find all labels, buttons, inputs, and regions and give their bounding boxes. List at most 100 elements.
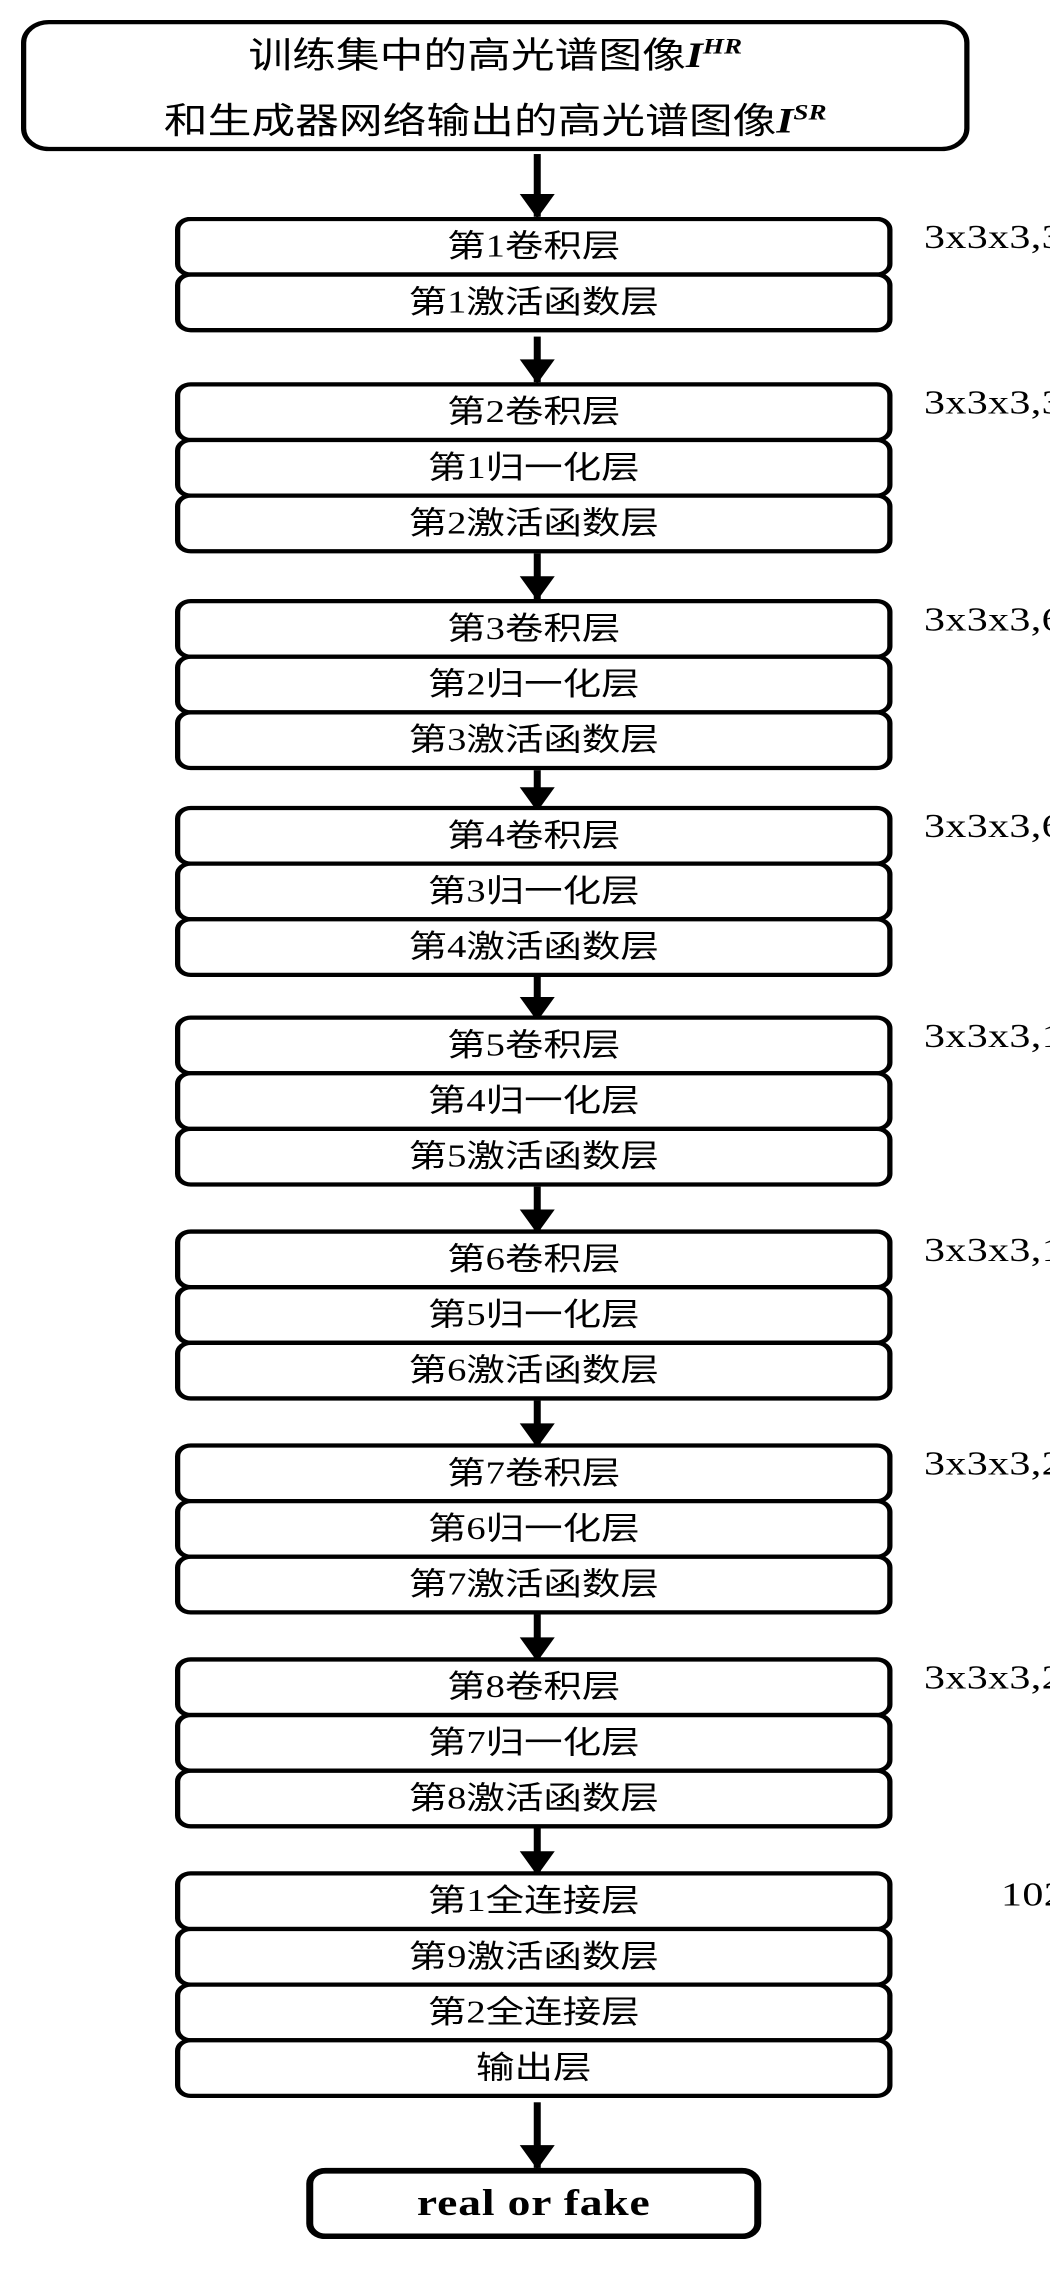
stage-8: 第8卷积层 第7归一化层 第8激活函数层 3x3x3,256,s2 <box>0 1657 1050 1829</box>
arrow-stage-6-to-7 <box>533 1400 541 1447</box>
arrow-fc-to-output <box>533 2102 541 2168</box>
layer-label: 第2全连接层 <box>427 1993 640 2030</box>
fc-stage: 第1全连接层 第9激活函数层 第2全连接层 输出层 1024 1 <box>0 1871 1050 2102</box>
stage-1: 第1卷积层 第1激活函数层 3x3x3,32,s1 <box>0 216 1050 337</box>
layer-label: 第3激活函数层 <box>408 721 659 758</box>
layer-label: 第8激活函数层 <box>408 1779 659 1816</box>
input-line1-superscript: HR <box>702 35 743 60</box>
stage-3-note: 3x3x3,64,s1 <box>924 601 1050 639</box>
stage-6-note: 3x3x3,128,s2 <box>924 1232 1050 1270</box>
input-line2-symbol: ISR <box>776 101 827 142</box>
stage-4-note: 3x3x3,64,s2 <box>924 808 1050 846</box>
layer-label: 第9激活函数层 <box>408 1938 659 1974</box>
layer-label: 第4激活函数层 <box>408 928 659 965</box>
input-line1-text: 训练集中的高光谱图像 <box>248 37 686 76</box>
stage-5: 第5卷积层 第4归一化层 第5激活函数层 3x3x3,128,s1 <box>0 1015 1050 1187</box>
layer-box[interactable]: 第2归一化层 <box>175 654 893 715</box>
stage-4: 第4卷积层 第3归一化层 第4激活函数层 3x3x3,64,s2 <box>0 805 1050 977</box>
layer-box[interactable]: 第2全连接层 <box>175 1982 893 2043</box>
stage-2-boxes: 第2卷积层 第1归一化层 第2激活函数层 <box>175 382 893 554</box>
layer-label: 第3卷积层 <box>447 610 621 647</box>
arrow-stage-7-to-8 <box>533 1614 541 1661</box>
layer-label: 第5激活函数层 <box>408 1138 659 1174</box>
layer-label: 第6卷积层 <box>447 1240 621 1277</box>
stage-3: 第3卷积层 第2归一化层 第3激活函数层 3x3x3,64,s1 <box>0 599 1050 771</box>
layer-label: 第6激活函数层 <box>408 1352 659 1388</box>
layer-label: 第1卷积层 <box>447 228 621 264</box>
layer-box[interactable]: 第2激活函数层 <box>175 493 893 554</box>
layer-box[interactable]: 第9激活函数层 <box>175 1926 893 1987</box>
arrow-stage-3-to-4 <box>533 770 541 811</box>
layer-label: 第5归一化层 <box>427 1296 640 1333</box>
stage-7-note: 3x3x3,256,s1 <box>924 1446 1050 1484</box>
layer-box[interactable]: 第1全连接层 <box>175 1871 893 1932</box>
layer-box[interactable]: 第1激活函数层 <box>175 272 893 333</box>
stage-7-boxes: 第7卷积层 第6归一化层 第7激活函数层 <box>175 1443 893 1615</box>
arrow-stage-4-to-5 <box>533 976 541 1020</box>
layer-box[interactable]: 第6激活函数层 <box>175 1340 893 1401</box>
stage-8-boxes: 第8卷积层 第7归一化层 第8激活函数层 <box>175 1657 893 1829</box>
layer-label: 第1归一化层 <box>427 449 640 485</box>
layer-label: 第4卷积层 <box>447 817 621 853</box>
stage-6: 第6卷积层 第5归一化层 第6激活函数层 3x3x3,128,s2 <box>0 1229 1050 1401</box>
input-line1-symbol: IHR <box>685 35 743 76</box>
layer-box[interactable]: 第7归一化层 <box>175 1712 893 1773</box>
layer-label: 第2归一化层 <box>427 666 640 702</box>
layer-box[interactable]: 第6归一化层 <box>175 1498 893 1559</box>
stage-1-boxes: 第1卷积层 第1激活函数层 <box>175 216 893 333</box>
layer-box[interactable]: 第6卷积层 <box>175 1229 893 1290</box>
fc-stage-note-units: 1024 <box>1001 1876 1050 1915</box>
stage-3-boxes: 第3卷积层 第2归一化层 第3激活函数层 <box>175 599 893 771</box>
stage-5-note: 3x3x3,128,s1 <box>924 1018 1050 1056</box>
input-line2-superscript: SR <box>793 101 827 126</box>
layer-box[interactable]: 第8卷积层 <box>175 1657 893 1718</box>
layer-label: 第5卷积层 <box>447 1026 621 1063</box>
layer-label: 第1激活函数层 <box>408 283 659 320</box>
layer-box[interactable]: 第3归一化层 <box>175 861 893 922</box>
arrow-stage-5-to-6 <box>533 1186 541 1233</box>
layer-box[interactable]: 第7卷积层 <box>175 1443 893 1504</box>
stage-2-note: 3x3x3,32,s2 <box>924 385 1050 423</box>
layer-box[interactable]: 第4归一化层 <box>175 1071 893 1132</box>
layer-label: 第3归一化层 <box>427 872 640 909</box>
layer-box[interactable]: 第5激活函数层 <box>175 1126 893 1187</box>
layer-box[interactable]: 第7激活函数层 <box>175 1554 893 1615</box>
layer-label: 第2激活函数层 <box>408 504 659 541</box>
stage-8-note: 3x3x3,256,s2 <box>924 1660 1050 1698</box>
output-result-label: real or fake <box>416 2182 651 2224</box>
layer-box[interactable]: 输出层 <box>175 2038 893 2099</box>
input-description-line-2: 和生成器网络输出的高光谱图像ISR <box>164 86 827 152</box>
stage-5-boxes: 第5卷积层 第4归一化层 第5激活函数层 <box>175 1015 893 1187</box>
arrow-stage-2-to-3 <box>533 553 541 600</box>
layer-label: 第6归一化层 <box>427 1510 640 1547</box>
layer-box[interactable]: 第3激活函数层 <box>175 710 893 771</box>
stage-6-boxes: 第6卷积层 第5归一化层 第6激活函数层 <box>175 1229 893 1401</box>
layer-label: 第4归一化层 <box>427 1082 640 1119</box>
input-line1-symbol-base: I <box>685 37 703 76</box>
layer-box[interactable]: 第1归一化层 <box>175 437 893 498</box>
output-result-box: real or fake <box>306 2167 762 2240</box>
layer-label: 第7激活函数层 <box>408 1566 659 1602</box>
layer-box[interactable]: 第8激活函数层 <box>175 1768 893 1829</box>
layer-box[interactable]: 第4激活函数层 <box>175 917 893 977</box>
layer-box[interactable]: 第2卷积层 <box>175 382 893 443</box>
layer-box[interactable]: 第4卷积层 <box>175 805 893 866</box>
arrow-stage-1-to-2 <box>533 336 541 383</box>
flowchart-canvas: 训练集中的高光谱图像IHR 和生成器网络输出的高光谱图像ISR 第1卷积层 第1… <box>0 0 1050 2282</box>
input-line2-text: 和生成器网络输出的高光谱图像 <box>163 103 777 142</box>
fc-stage-boxes: 第1全连接层 第9激活函数层 第2全连接层 输出层 <box>175 1871 893 2099</box>
stage-2: 第2卷积层 第1归一化层 第2激活函数层 3x3x3,32,s2 <box>0 382 1050 554</box>
layer-box[interactable]: 第5归一化层 <box>175 1285 893 1345</box>
layer-label: 输出层 <box>475 2049 592 2086</box>
layer-box[interactable]: 第3卷积层 <box>175 599 893 659</box>
layer-label: 第2卷积层 <box>447 393 621 430</box>
arrow-stage-8-to-fc <box>533 1828 541 1875</box>
layer-box[interactable]: 第1卷积层 <box>175 216 893 277</box>
layer-label: 第8卷积层 <box>447 1668 621 1705</box>
input-description-box: 训练集中的高光谱图像IHR 和生成器网络输出的高光谱图像ISR <box>21 19 970 152</box>
layer-box[interactable]: 第5卷积层 <box>175 1015 893 1076</box>
layer-label: 第7卷积层 <box>447 1454 621 1491</box>
stage-7: 第7卷积层 第6归一化层 第7激活函数层 3x3x3,256,s1 <box>0 1443 1050 1615</box>
input-line2-symbol-base: I <box>776 103 794 142</box>
stage-4-boxes: 第4卷积层 第3归一化层 第4激活函数层 <box>175 805 893 977</box>
